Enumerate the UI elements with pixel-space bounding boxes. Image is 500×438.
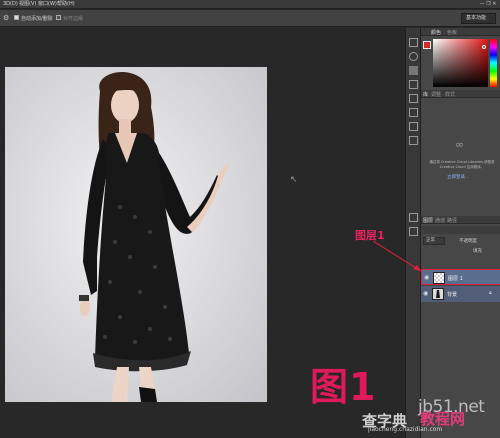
model-photo — [5, 67, 267, 402]
library-panel-tabs: 库 调整 样式 — [421, 90, 500, 98]
figure-label: 图1 — [310, 365, 377, 409]
tab-channels[interactable]: 通道 — [435, 217, 445, 224]
menu-view[interactable]: 视图(V) — [19, 0, 36, 9]
menu-window[interactable]: 窗口(W) — [38, 0, 57, 9]
layer-row-background[interactable]: ◉ 背景 🔒︎ — [421, 286, 500, 302]
tab-libraries[interactable]: 库 — [423, 91, 428, 98]
options-bar: ⚙ 自动添加/删除 对齐边缘 基本功能 — [0, 10, 500, 27]
color-field[interactable] — [433, 39, 488, 87]
cursor-icon: ↖ — [290, 175, 298, 185]
tab-paths[interactable]: 路径 — [447, 217, 457, 224]
layers-panel-tabs: 图层 通道 路径 — [421, 216, 500, 224]
tab-styles[interactable]: 样式 — [445, 91, 455, 98]
menu-bar: 3D(D) 视图(V) 窗口(W) 帮助(H) — ❐ ✕ — [0, 0, 500, 9]
layer-annotation-label: 图层1 — [355, 229, 385, 242]
color-panel-tabs: 颜色 色板 — [421, 28, 500, 36]
gear-icon[interactable]: ⚙ — [3, 14, 11, 22]
layer-thumbnail — [432, 288, 444, 300]
swatches-icon[interactable] — [409, 66, 418, 75]
tab-adjustments[interactable]: 调整 — [431, 91, 441, 98]
workspace-switcher[interactable]: 基本功能 — [461, 13, 496, 24]
menu-3d[interactable]: 3D(D) — [3, 0, 18, 9]
layer-name[interactable]: 背景 — [447, 291, 457, 298]
layer-row-layer1[interactable]: ◉ 图层 1 — [421, 269, 500, 285]
color-icon[interactable] — [409, 52, 418, 61]
login-link[interactable]: 立即登录... — [447, 174, 469, 180]
document-image[interactable] — [5, 67, 267, 402]
lock-icon: 🔒︎ — [489, 290, 492, 296]
layer-thumbnail — [433, 272, 445, 284]
workspace-switcher-label: 基本功能 — [466, 15, 487, 21]
fill-label: 填充 — [473, 249, 482, 254]
opacity-label: 不透明度 — [459, 239, 477, 244]
brush-icon[interactable] — [409, 80, 418, 89]
tab-layers[interactable]: 图层 — [423, 217, 433, 224]
paragraph-icon[interactable] — [409, 108, 418, 117]
blend-mode-value: 正常 — [426, 238, 435, 243]
tab-swatches[interactable]: 色板 — [447, 29, 457, 36]
auto-add-label: 自动添加/删除 — [21, 16, 53, 22]
align-edges-checkbox[interactable] — [56, 15, 61, 20]
window-controls[interactable]: — ❐ ✕ — [478, 1, 498, 8]
character-icon[interactable] — [409, 94, 418, 103]
menu-help[interactable]: 帮助(H) — [57, 0, 75, 9]
library-message: 通过将 Creative Cloud Libraries,请登录 Creativ… — [429, 160, 495, 169]
styles-icon[interactable] — [409, 136, 418, 145]
align-edges-label: 对齐边缘 — [63, 16, 84, 22]
tab-color[interactable]: 颜色 — [431, 29, 441, 36]
creative-cloud-icon: ∞ — [455, 138, 465, 151]
color-picker-handle[interactable] — [482, 45, 486, 49]
thumbnail-figure — [436, 290, 440, 298]
adjust-icon[interactable] — [409, 122, 418, 131]
watermark-sub: jiaocheng.chazidian.com — [368, 426, 443, 433]
history-icon[interactable] — [409, 38, 418, 47]
auto-add-checkbox[interactable] — [14, 15, 19, 20]
hue-slider[interactable] — [490, 39, 497, 87]
layer-name[interactable]: 图层 1 — [448, 275, 463, 282]
eye-icon[interactable]: ◉ — [424, 274, 429, 281]
layer-filter-row[interactable] — [422, 226, 500, 234]
foreground-swatch[interactable] — [423, 41, 431, 49]
layers-icon[interactable] — [409, 213, 418, 222]
right-panels: 颜色 色板 库 调整 样式 ∞ 通过将 Creative Cloud Libra… — [420, 28, 500, 438]
blend-mode-select[interactable]: 正常 — [423, 237, 445, 245]
panel-icon-strip — [405, 28, 420, 438]
eye-icon[interactable]: ◉ — [423, 290, 428, 297]
